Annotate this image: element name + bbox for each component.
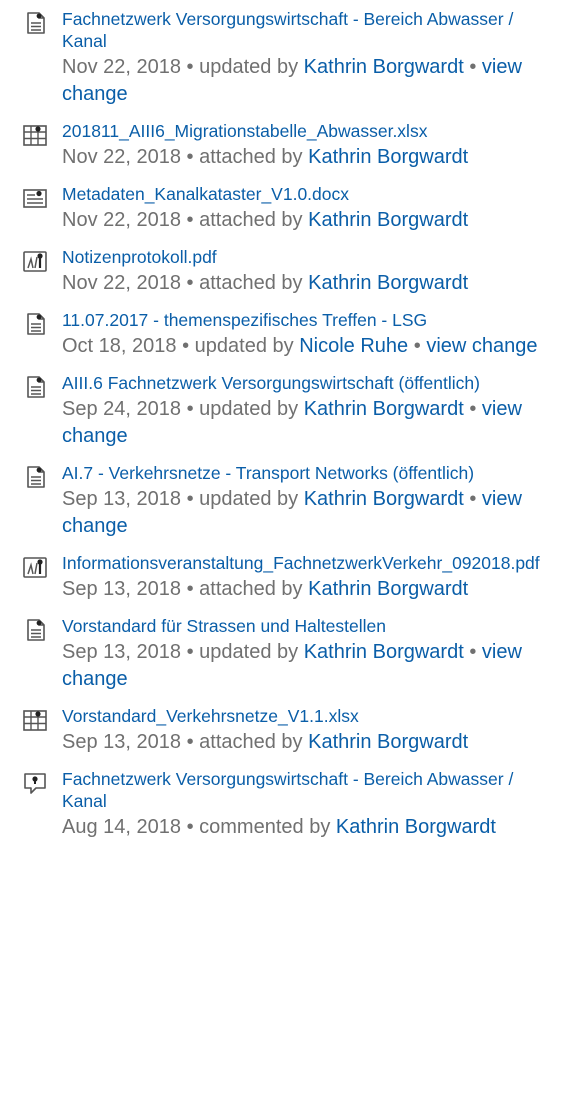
feed-item: Informationsveranstaltung_FachnetzwerkVe… [0,552,576,603]
author-link[interactable]: Kathrin Borgwardt [308,146,468,168]
author-link[interactable]: Kathrin Borgwardt [304,398,464,420]
item-meta: Sep 13, 2018 • attached by Kathrin Borgw… [62,729,562,756]
item-title-link[interactable]: Fachnetzwerk Versorgungswirtschaft - Ber… [62,768,552,812]
separator: • [469,398,477,420]
view-change-link[interactable]: view change [426,335,537,357]
pdf-icon [22,248,48,274]
separator: • [186,272,194,294]
feed-item: 201811_AIII6_Migrationstabelle_Abwasser.… [0,120,576,171]
separator: • [186,816,194,838]
item-action: commented by [199,816,331,838]
separator: • [186,146,194,168]
item-date: Nov 22, 2018 [62,209,181,231]
item-title-link[interactable]: AIII.6 Fachnetzwerk Versorgungswirtschaf… [62,372,552,394]
separator: • [469,488,477,510]
separator: • [413,335,421,357]
item-title-link[interactable]: Notizenprotokoll.pdf [62,246,552,268]
item-date: Sep 13, 2018 [62,731,181,753]
author-link[interactable]: Kathrin Borgwardt [304,641,464,663]
separator: • [182,335,190,357]
feed-item: Notizenprotokoll.pdf Nov 22, 2018 • atta… [0,246,576,297]
item-title-link[interactable]: Vorstandard für Strassen und Haltestelle… [62,615,552,637]
pdf-icon [22,554,48,580]
item-title-link[interactable]: Metadaten_Kanalkataster_V1.0.docx [62,183,552,205]
item-meta: Sep 24, 2018 • updated by Kathrin Borgwa… [62,396,562,450]
item-action: attached by [199,578,303,600]
author-link[interactable]: Kathrin Borgwardt [308,578,468,600]
comment-icon [22,770,48,796]
item-title-link[interactable]: 201811_AIII6_Migrationstabelle_Abwasser.… [62,120,552,142]
item-meta: Nov 22, 2018 • updated by Kathrin Borgwa… [62,54,562,108]
author-link[interactable]: Kathrin Borgwardt [336,816,496,838]
separator: • [186,209,194,231]
author-link[interactable]: Nicole Ruhe [299,335,408,357]
feed-item: 11.07.2017 - themenspezifisches Treffen … [0,309,576,360]
separator: • [469,641,477,663]
feed-item: AIII.6 Fachnetzwerk Versorgungswirtschaf… [0,372,576,450]
item-meta: Aug 14, 2018 • commented by Kathrin Borg… [62,814,562,841]
separator: • [186,488,194,510]
item-date: Sep 13, 2018 [62,641,181,663]
separator: • [186,641,194,663]
author-link[interactable]: Kathrin Borgwardt [304,56,464,78]
item-action: updated by [199,641,299,663]
item-title-link[interactable]: AI.7 - Verkehrsnetze - Transport Network… [62,462,552,484]
item-date: Aug 14, 2018 [62,816,181,838]
feed-item: AI.7 - Verkehrsnetze - Transport Network… [0,462,576,540]
activity-feed: Fachnetzwerk Versorgungswirtschaft - Ber… [0,0,576,841]
feed-item: Metadaten_Kanalkataster_V1.0.docx Nov 22… [0,183,576,234]
author-link[interactable]: Kathrin Borgwardt [308,731,468,753]
page-icon [22,617,48,643]
item-action: attached by [199,209,303,231]
document-icon [22,185,48,211]
item-action: attached by [199,272,303,294]
item-date: Sep 13, 2018 [62,488,181,510]
item-title-link[interactable]: Informationsveranstaltung_FachnetzwerkVe… [62,552,552,574]
view-change-group: • view change [408,335,538,357]
item-date: Nov 22, 2018 [62,146,181,168]
author-link[interactable]: Kathrin Borgwardt [308,209,468,231]
item-action: updated by [194,335,294,357]
separator: • [186,398,194,420]
separator: • [186,578,194,600]
author-link[interactable]: Kathrin Borgwardt [304,488,464,510]
feed-item: Fachnetzwerk Versorgungswirtschaft - Ber… [0,8,576,108]
item-action: attached by [199,146,303,168]
item-date: Nov 22, 2018 [62,56,181,78]
item-meta: Nov 22, 2018 • attached by Kathrin Borgw… [62,144,562,171]
item-action: updated by [199,398,299,420]
feed-item: Fachnetzwerk Versorgungswirtschaft - Ber… [0,768,576,841]
item-action: attached by [199,731,303,753]
item-meta: Sep 13, 2018 • updated by Kathrin Borgwa… [62,639,562,693]
item-date: Nov 22, 2018 [62,272,181,294]
page-icon [22,10,48,36]
item-meta: Oct 18, 2018 • updated by Nicole Ruhe • … [62,333,562,360]
spreadsheet-icon [22,707,48,733]
page-icon [22,464,48,490]
item-title-link[interactable]: Fachnetzwerk Versorgungswirtschaft - Ber… [62,8,552,52]
page-icon [22,311,48,337]
feed-item: Vorstandard für Strassen und Haltestelle… [0,615,576,693]
item-title-link[interactable]: Vorstandard_Verkehrsnetze_V1.1.xlsx [62,705,552,727]
separator: • [186,731,194,753]
separator: • [186,56,194,78]
item-action: updated by [199,56,299,78]
page-icon [22,374,48,400]
item-date: Oct 18, 2018 [62,335,177,357]
spreadsheet-icon [22,122,48,148]
item-meta: Nov 22, 2018 • attached by Kathrin Borgw… [62,270,562,297]
item-date: Sep 24, 2018 [62,398,181,420]
feed-item: Vorstandard_Verkehrsnetze_V1.1.xlsx Sep … [0,705,576,756]
item-title-link[interactable]: 11.07.2017 - themenspezifisches Treffen … [62,309,552,331]
item-meta: Sep 13, 2018 • updated by Kathrin Borgwa… [62,486,562,540]
item-meta: Sep 13, 2018 • attached by Kathrin Borgw… [62,576,562,603]
author-link[interactable]: Kathrin Borgwardt [308,272,468,294]
separator: • [469,56,477,78]
item-action: updated by [199,488,299,510]
item-meta: Nov 22, 2018 • attached by Kathrin Borgw… [62,207,562,234]
item-date: Sep 13, 2018 [62,578,181,600]
